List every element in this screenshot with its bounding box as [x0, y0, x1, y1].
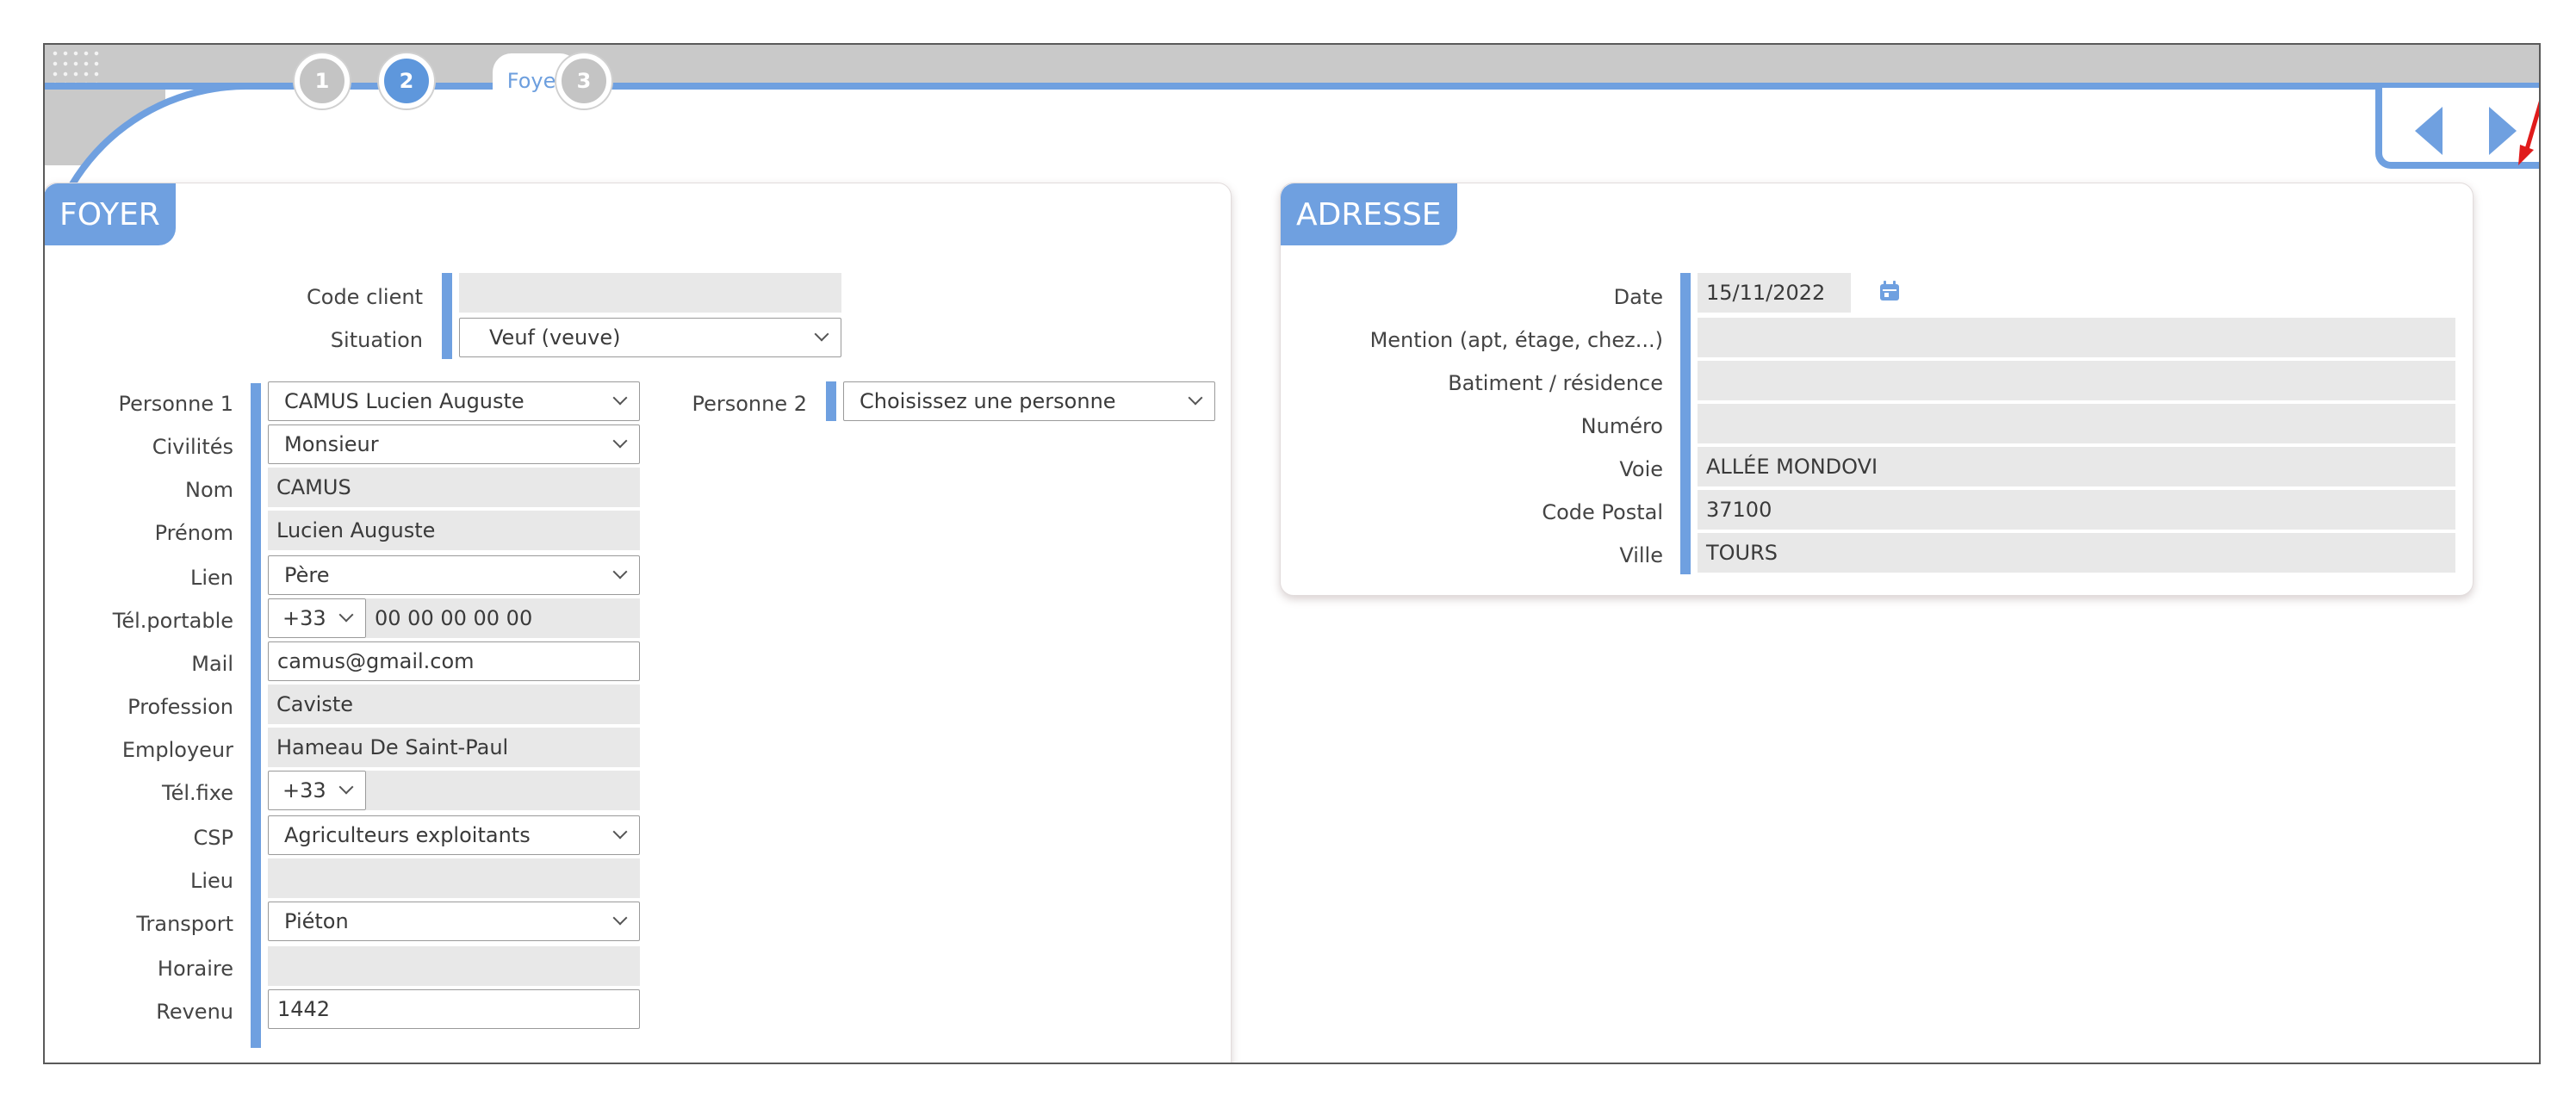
lieu-field[interactable] — [268, 858, 640, 898]
revenu-input[interactable]: 1442 — [268, 989, 640, 1029]
civilites-value: Monsieur — [284, 432, 379, 456]
calendar-icon[interactable] — [1878, 280, 1901, 302]
code-client-field[interactable] — [459, 273, 841, 313]
tel-portable-field[interactable]: 00 00 00 00 00 — [366, 598, 640, 638]
mention-label: Mention (apt, étage, chez...) — [1369, 328, 1663, 352]
profession-label: Profession — [127, 695, 233, 719]
employeur-field[interactable]: Hameau De Saint-Paul — [268, 728, 640, 767]
chevron-down-icon — [338, 779, 354, 795]
chevron-down-icon — [338, 607, 354, 623]
personne2-bar — [826, 381, 836, 421]
nom-label: Nom — [184, 478, 233, 502]
chevron-down-icon — [612, 910, 628, 926]
horaire-field[interactable] — [268, 946, 640, 986]
lien-select[interactable]: Père — [268, 555, 640, 595]
personne2-select[interactable]: Choisissez une personne — [843, 381, 1215, 421]
situation-label: Situation — [330, 328, 423, 352]
csp-label: CSP — [193, 826, 233, 850]
transport-select[interactable]: Piéton — [268, 902, 640, 941]
lien-value: Père — [284, 563, 330, 587]
mail-input[interactable]: camus@gmail.com — [268, 641, 640, 681]
tel-fixe-label: Tél.fixe — [162, 781, 233, 805]
dots-decoration — [50, 48, 102, 83]
personne1-bar — [251, 383, 261, 1048]
personne2-value: Choisissez une personne — [860, 389, 1116, 413]
ville-field[interactable]: TOURS — [1698, 533, 2455, 573]
ville-label: Ville — [1619, 543, 1663, 567]
mention-field[interactable] — [1698, 318, 2455, 357]
situation-value: Veuf (veuve) — [489, 325, 621, 350]
civilites-label: Civilités — [152, 435, 233, 459]
situation-select[interactable]: Veuf (veuve) — [459, 318, 841, 357]
step-3[interactable]: 3 — [556, 53, 611, 108]
adresse-panel: ADRESSE Date 15/11/2022 Mention (apt, ét… — [1280, 183, 2474, 596]
batiment-field[interactable] — [1698, 361, 2455, 400]
code-client-label: Code client — [307, 285, 423, 309]
civilites-select[interactable]: Monsieur — [268, 424, 640, 464]
triangle-right-icon[interactable] — [2489, 107, 2517, 155]
personne1-value: CAMUS Lucien Auguste — [284, 389, 525, 413]
tel-fixe-prefix-select[interactable]: +33 — [268, 771, 366, 810]
personne1-label: Personne 1 — [118, 392, 233, 416]
step-1[interactable]: 1 — [295, 53, 350, 108]
personne1-select[interactable]: CAMUS Lucien Auguste — [268, 381, 640, 421]
tel-fixe-prefix: +33 — [282, 778, 326, 802]
transport-value: Piéton — [284, 909, 349, 933]
foyer-panel: FOYER Code client Situation Veuf (veuve)… — [45, 183, 1232, 1063]
prenom-label: Prénom — [154, 521, 233, 545]
chevron-down-icon — [612, 564, 628, 579]
chevron-down-icon — [814, 326, 829, 342]
tel-portable-label: Tél.portable — [112, 609, 233, 633]
chevron-down-icon — [612, 433, 628, 449]
lieu-label: Lieu — [189, 869, 233, 893]
csp-value: Agriculteurs exploitants — [284, 823, 531, 847]
date-label: Date — [1613, 285, 1663, 309]
mail-label: Mail — [191, 652, 233, 676]
prenom-field[interactable]: Lucien Auguste — [268, 511, 640, 550]
chevron-down-icon — [612, 390, 628, 406]
profession-field[interactable]: Caviste — [268, 685, 640, 724]
voie-label: Voie — [1619, 457, 1663, 481]
foyer-title: FOYER — [45, 183, 176, 245]
pointer-arrow-icon — [2518, 101, 2539, 165]
triangle-left-icon[interactable] — [2415, 107, 2443, 155]
csp-select[interactable]: Agriculteurs exploitants — [268, 815, 640, 855]
chevron-down-icon — [1188, 390, 1203, 406]
transport-label: Transport — [136, 912, 233, 936]
numero-field[interactable] — [1698, 404, 2455, 443]
revenu-label: Revenu — [156, 1000, 233, 1024]
tel-portable-prefix: +33 — [282, 606, 326, 630]
batiment-label: Batiment / résidence — [1448, 371, 1663, 395]
tel-fixe-field[interactable] — [366, 771, 640, 810]
code-postal-label: Code Postal — [1542, 500, 1663, 524]
voie-field[interactable]: ALLÉE MONDOVI — [1698, 447, 2455, 486]
code-postal-field[interactable]: 37100 — [1698, 490, 2455, 530]
section-bar — [442, 273, 452, 359]
date-field[interactable]: 15/11/2022 — [1698, 273, 1851, 313]
app-frame: 1 2 Foyer 3 FOYER Code client Situation … — [43, 43, 2541, 1064]
adresse-title: ADRESSE — [1281, 183, 1457, 245]
personne2-label: Personne 2 — [692, 392, 807, 416]
employeur-label: Employeur — [121, 738, 233, 762]
tel-portable-prefix-select[interactable]: +33 — [268, 598, 366, 638]
step-2[interactable]: 2 — [379, 53, 434, 108]
numero-label: Numéro — [1580, 414, 1663, 438]
lien-label: Lien — [189, 566, 233, 590]
horaire-label: Horaire — [157, 957, 233, 981]
chevron-down-icon — [612, 824, 628, 840]
adresse-bar — [1680, 273, 1691, 574]
nom-field[interactable]: CAMUS — [268, 468, 640, 507]
